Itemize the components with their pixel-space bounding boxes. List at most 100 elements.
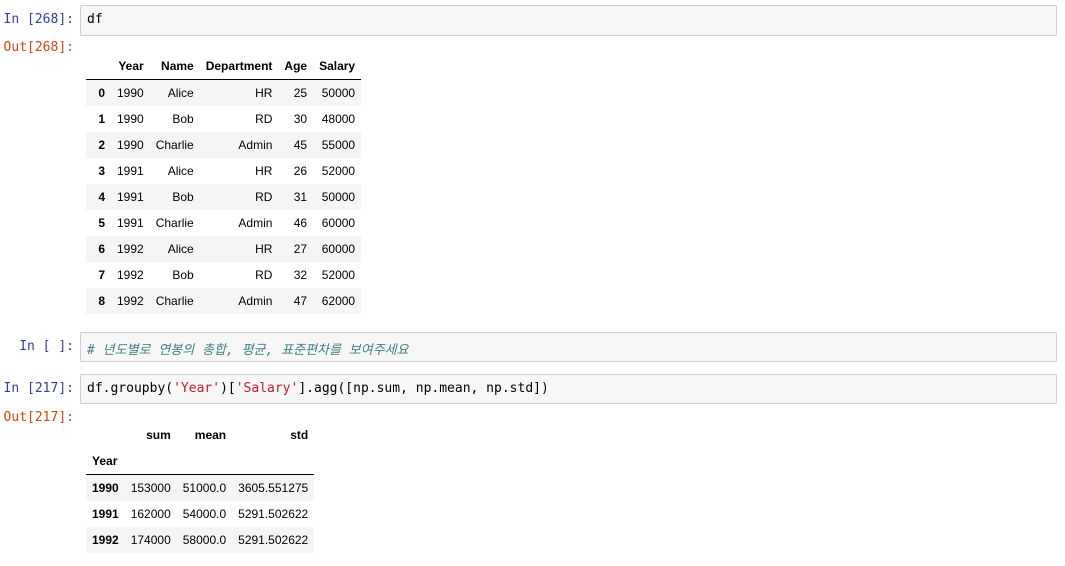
table-cell: Bob (172, 190, 194, 204)
table-cell: 27 (293, 242, 308, 256)
aggregate-table: sum mean std Year 1990 153000 51000.0 3605.… (86, 422, 315, 553)
table-cell: 52000 (321, 164, 356, 178)
table-cell: 162000 (130, 507, 171, 521)
table-cell: Bob (172, 112, 194, 126)
table-cell: HR (255, 86, 273, 100)
table-cell: 50000 (321, 86, 356, 100)
dataframe-table: Year Name Department Age Salary 0 1990 Ali… (86, 53, 362, 314)
code-text: ].agg([np.sum, np.mean, np.std]) (298, 381, 549, 396)
table-cell: 48000 (321, 112, 356, 126)
table-cell: 1992 (117, 242, 144, 256)
out-prompt: Out[217]: (3, 410, 74, 425)
table-cell: Alice (167, 86, 194, 100)
index-name-row: Year (86, 448, 315, 475)
table-cell: 50000 (321, 190, 356, 204)
table-row: 4 1991 Bob RD 31 50000 (86, 184, 362, 210)
table-cell: RD (255, 190, 273, 204)
table-header-row: Year Name Department Age Salary (86, 53, 362, 80)
code-cell-input[interactable]: df.groupby('Year')['Salary'].agg([np.sum… (80, 374, 1057, 404)
table-cell: 1992 (117, 268, 144, 282)
table-cell: 1990 (117, 86, 144, 100)
table-cell: 1991 (117, 190, 144, 204)
row-index: 1992 (92, 533, 119, 547)
table-cell: Bob (172, 268, 194, 282)
table-header: sum (146, 428, 171, 442)
code-cell-input[interactable]: df (80, 5, 1057, 36)
table-cell: 51000.0 (182, 481, 227, 495)
code-cell-input[interactable]: # 년도별로 연봉의 총합, 평균, 표준편차를 보여주세요 (80, 332, 1057, 362)
row-index: 7 (98, 268, 105, 282)
table-header: Age (278, 53, 314, 80)
in-prompt: In [268]: (3, 12, 74, 27)
code-string: 'Year' (173, 381, 221, 396)
table-row: 1992 174000 58000.0 5291.502622 (86, 527, 315, 553)
table-cell: Charlie (155, 294, 194, 308)
table-cell: 174000 (130, 533, 171, 547)
table-cell: Alice (167, 164, 194, 178)
in-prompt: In [ ]: (19, 339, 74, 354)
table-header: mean (194, 428, 227, 442)
table-cell: 1990 (117, 112, 144, 126)
code-comment: # 년도별로 연봉의 총합, 평균, 표준편차를 보여주세요 (87, 343, 409, 358)
row-index: 1 (98, 112, 105, 126)
table-row: 1990 153000 51000.0 3605.551275 (86, 474, 315, 501)
table-header: Year (111, 53, 150, 80)
table-cell: 32 (293, 268, 308, 282)
table-cell: HR (255, 164, 273, 178)
table-header-row: sum mean std (86, 422, 314, 448)
table-row: 5 1991 Charlie Admin 46 60000 (86, 210, 362, 236)
table-header: std (290, 428, 309, 442)
table-row: 8 1992 Charlie Admin 47 62000 (86, 288, 362, 314)
index-name: Year (86, 448, 125, 475)
table-cell: 1991 (117, 164, 144, 178)
table-header (86, 53, 111, 80)
table-header (86, 422, 125, 448)
table-cell: Charlie (155, 216, 194, 230)
table-row: 2 1990 Charlie Admin 45 55000 (86, 132, 362, 158)
table-cell: 153000 (130, 481, 171, 495)
table-cell: 31 (293, 190, 308, 204)
table-cell: RD (255, 112, 273, 126)
table-cell: Admin (238, 294, 273, 308)
table-cell: HR (255, 242, 273, 256)
table-cell: Admin (238, 216, 273, 230)
table-cell: 58000.0 (182, 533, 227, 547)
row-index: 6 (98, 242, 105, 256)
row-index: 5 (98, 216, 105, 230)
table-cell: 47 (293, 294, 308, 308)
table-row: 6 1992 Alice HR 27 60000 (86, 236, 362, 262)
table-cell: Charlie (155, 138, 194, 152)
table-header: Salary (313, 53, 362, 80)
table-cell: 55000 (321, 138, 356, 152)
table-row: 3 1991 Alice HR 26 52000 (86, 158, 362, 184)
code-text: df (87, 12, 103, 27)
row-index: 1991 (92, 507, 119, 521)
table-cell: 1990 (117, 138, 144, 152)
table-cell: 52000 (321, 268, 356, 282)
notebook: In [268]: df Out[268]: Year Name Departm… (0, 0, 1065, 566)
row-index: 1990 (92, 481, 119, 495)
table-cell: 26 (293, 164, 308, 178)
out-prompt: Out[268]: (3, 40, 74, 55)
table-cell: 54000.0 (182, 507, 227, 521)
row-index: 3 (98, 164, 105, 178)
code-text: )[ (220, 381, 236, 396)
row-index: 4 (98, 190, 105, 204)
table-cell: Admin (238, 138, 273, 152)
table-cell: 1991 (117, 216, 144, 230)
table-cell: 25 (293, 86, 308, 100)
table-cell: Alice (167, 242, 194, 256)
table-row: 1991 162000 54000.0 5291.502622 (86, 501, 315, 527)
table-cell: 1992 (117, 294, 144, 308)
table-cell: 60000 (321, 216, 356, 230)
table-cell: 3605.551275 (238, 481, 309, 495)
table-row: 1 1990 Bob RD 30 48000 (86, 106, 362, 132)
table-row: 0 1990 Alice HR 25 50000 (86, 79, 362, 106)
table-cell: 46 (293, 216, 308, 230)
table-header: Name (149, 53, 200, 80)
row-index: 2 (98, 138, 105, 152)
table-row: 7 1992 Bob RD 32 52000 (86, 262, 362, 288)
table-cell: RD (255, 268, 273, 282)
row-index: 8 (98, 294, 105, 308)
table-cell: 5291.502622 (238, 507, 309, 521)
